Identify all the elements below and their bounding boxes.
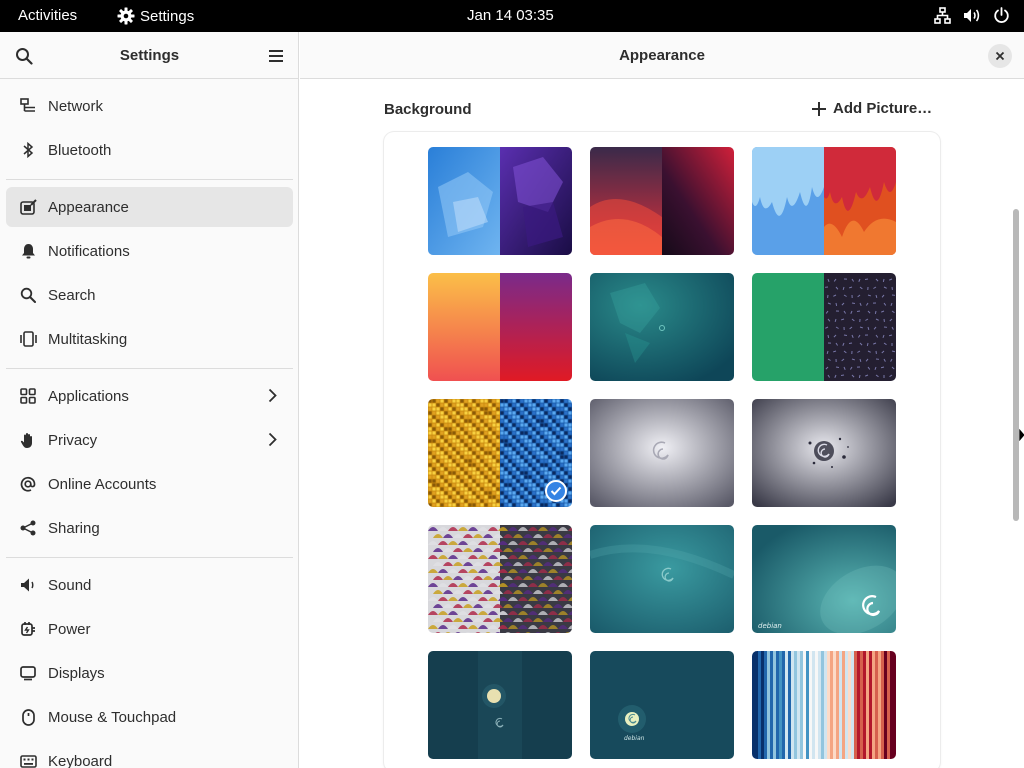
chevron-right-icon [268,432,277,452]
sidebar-item-displays[interactable]: Displays [6,653,293,693]
sidebar-item-label: Multitasking [48,330,128,348]
selected-checkmark-icon [545,480,567,502]
share-icon [19,519,37,537]
sidebar-item-label: Sound [48,576,92,594]
add-picture-label: Add Picture… [833,100,933,117]
app-menu[interactable]: Settings [117,7,194,25]
sidebar-item-label: Appearance [48,198,129,216]
multitasking-icon [19,330,37,348]
background-thumbnail-debian-splash-gray[interactable] [752,399,896,507]
background-section-title: Background [384,101,472,118]
hamburger-menu-icon[interactable] [265,45,287,67]
at-icon [19,475,37,493]
sidebar-item-label: Displays [48,664,105,682]
display-icon [19,664,37,682]
clock[interactable]: Jan 14 03:35 [467,7,554,24]
top-bar: Activities Settings Jan 14 03:35 [0,0,1024,32]
bell-icon [19,242,37,260]
background-thumbnail-debian-teal-swirl[interactable] [590,525,734,633]
bluetooth-icon [19,141,37,159]
sidebar-item-label: Bluetooth [48,141,112,159]
content-pane: Appearance Background Add Picture… debia… [300,32,1024,768]
sidebar-separator [6,179,293,180]
app-name: Settings [140,7,195,25]
sidebar-item-network[interactable]: Network [6,86,293,126]
sidebar-item-search[interactable]: Search [6,275,293,315]
sidebar-item-online-accounts[interactable]: Online Accounts [6,464,293,504]
sidebar-item-label: Notifications [48,242,130,260]
debian-wordmark: debian [624,735,645,742]
background-thumbnail-emerald-teal[interactable] [590,273,734,381]
sidebar-item-multitasking[interactable]: Multitasking [6,319,293,359]
background-gallery: debian debian [384,132,940,768]
background-thumbnail-blobs[interactable] [428,147,572,255]
speaker-icon [19,576,37,594]
apps-icon [19,387,37,405]
add-picture-button[interactable]: Add Picture… [812,100,932,117]
mouse-icon [19,708,37,726]
scrollbar[interactable] [1013,209,1019,521]
volume-icon[interactable] [963,7,981,24]
sidebar: Settings Network Bluetooth Appearance No… [0,32,299,768]
debian-wordmark: debian [758,622,782,630]
appearance-icon [19,198,37,216]
sidebar-item-label: Online Accounts [48,475,157,493]
sidebar-item-label: Network [48,97,104,115]
sidebar-item-privacy[interactable]: Privacy [6,420,293,460]
sidebar-item-keyboard[interactable]: Keyboard [6,741,293,768]
network-icon [19,97,37,115]
background-thumbnail-tiles-mosaic[interactable] [428,525,572,633]
background-thumbnail-pixels[interactable] [428,399,572,507]
keyboard-icon [19,752,37,768]
background-thumbnail-drool[interactable] [752,147,896,255]
mouse-cursor-icon [1019,428,1024,443]
page-title: Appearance [619,47,705,64]
sidebar-item-label: Power [48,620,91,638]
sidebar-headerbar: Settings [0,32,298,79]
background-thumbnail-pattern-dots[interactable] [752,273,896,381]
gear-icon [117,7,135,25]
sidebar-item-power[interactable]: Power [6,609,293,649]
sidebar-item-appearance[interactable]: Appearance [6,187,293,227]
sidebar-item-mouse-touchpad[interactable]: Mouse & Touchpad [6,697,293,737]
activities-button[interactable]: Activities [18,7,77,24]
background-thumbnail-debian-moon-teal[interactable]: debian [590,651,734,759]
sidebar-item-label: Privacy [48,431,98,449]
background-thumbnail-warming-stripes[interactable] [752,651,896,759]
background-thumbnail-amber-gradient[interactable] [428,273,572,381]
sidebar-item-applications[interactable]: Applications [6,376,293,416]
sidebar-item-label: Sharing [48,519,100,537]
power-icon[interactable] [993,7,1010,24]
close-button[interactable] [988,44,1012,68]
power-plug-icon [19,620,37,638]
close-icon [995,51,1005,61]
search-icon [19,286,37,304]
content-headerbar: Appearance [300,32,1024,79]
sidebar-item-sound[interactable]: Sound [6,565,293,605]
system-tray[interactable] [934,7,1010,24]
sidebar-separator [6,557,293,558]
sidebar-title: Settings [119,47,180,64]
sidebar-item-label: Keyboard [48,752,113,768]
hand-icon [19,431,37,449]
sidebar-item-sharing[interactable]: Sharing [6,508,293,548]
background-thumbnail-fold[interactable] [590,147,734,255]
background-thumbnail-debian-moon-dark[interactable] [428,651,572,759]
sidebar-separator [6,368,293,369]
sidebar-item-bluetooth[interactable]: Bluetooth [6,130,293,170]
background-thumbnail-debian-teal-logo[interactable]: debian [752,525,896,633]
plus-icon [812,101,826,116]
chevron-right-icon [268,388,277,408]
sidebar-item-notifications[interactable]: Notifications [6,231,293,271]
sidebar-item-label: Search [48,286,96,304]
network-icon[interactable] [934,7,951,24]
sidebar-item-label: Mouse & Touchpad [48,708,177,726]
sidebar-item-label: Applications [48,387,129,405]
background-thumbnail-debian-swirl-gray[interactable] [590,399,734,507]
